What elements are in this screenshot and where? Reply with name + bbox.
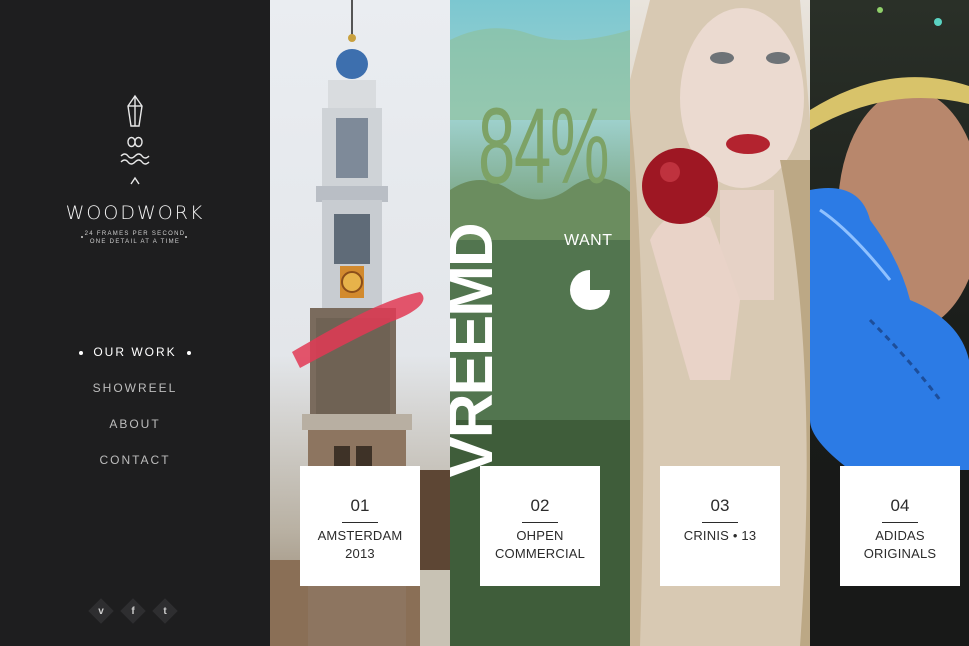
vimeo-icon[interactable]: v <box>88 598 114 624</box>
project-number: 02 <box>530 496 550 515</box>
card-divider <box>882 522 918 523</box>
project-number: 04 <box>890 496 910 515</box>
twitter-icon[interactable]: t <box>152 598 178 624</box>
tagline-dot-right <box>185 236 187 238</box>
project-number: 03 <box>710 496 730 515</box>
nav-item-label: CONTACT <box>99 453 171 467</box>
project-card-02[interactable]: 02 OHPEN COMMERCIAL <box>480 466 600 586</box>
project-title: CRINIS • 13 <box>683 528 757 543</box>
card-divider <box>702 522 738 523</box>
social-links: v f t <box>88 598 188 624</box>
ohpen-vertical-word: VREEMD <box>450 224 506 478</box>
nav-item-showreel[interactable]: SHOWREEL <box>0 376 270 412</box>
project-card-04[interactable]: 04 ADIDAS ORIGINALS <box>840 466 960 586</box>
card-divider <box>342 522 378 523</box>
logo[interactable] <box>0 92 270 188</box>
woodwork-logo-mark-icon <box>120 94 150 185</box>
nav-item-about[interactable]: ABOUT <box>0 412 270 448</box>
project-title: AMSTERDAM 2013 <box>317 528 403 561</box>
pie-icon <box>570 270 610 310</box>
card-divider <box>522 522 558 523</box>
nav-item-our-work[interactable]: OUR WORK <box>0 340 270 376</box>
brand-name: WOODWORK <box>65 202 205 224</box>
nav-active-dot-right <box>187 351 191 355</box>
nav-item-label: OUR WORK <box>93 345 177 359</box>
ohpen-want-label: WANT <box>564 232 613 249</box>
tagline-line-2: ONE DETAIL AT A TIME <box>89 239 181 245</box>
nav-item-label: SHOWREEL <box>92 381 178 395</box>
sidebar: WOODWORK 24 FRAMES PER SECOND ONE DETAIL… <box>0 0 270 646</box>
project-title: OHPEN COMMERCIAL <box>494 528 586 561</box>
project-card-01[interactable]: 01 AMSTERDAM 2013 <box>300 466 420 586</box>
facebook-icon[interactable]: f <box>120 598 146 624</box>
ohpen-big-percent: 84% <box>478 85 610 206</box>
project-number: 01 <box>350 496 370 515</box>
nav-item-contact[interactable]: CONTACT <box>0 448 270 484</box>
nav-active-dot-left <box>79 351 83 355</box>
tagline-line-1: 24 FRAMES PER SECOND <box>84 231 186 237</box>
project-title: ADIDAS ORIGINALS <box>863 528 937 561</box>
main-nav: OUR WORK SHOWREEL ABOUT CONTACT <box>0 340 270 484</box>
project-card-03[interactable]: 03 CRINIS • 13 <box>660 466 780 586</box>
nav-item-label: ABOUT <box>109 417 161 431</box>
